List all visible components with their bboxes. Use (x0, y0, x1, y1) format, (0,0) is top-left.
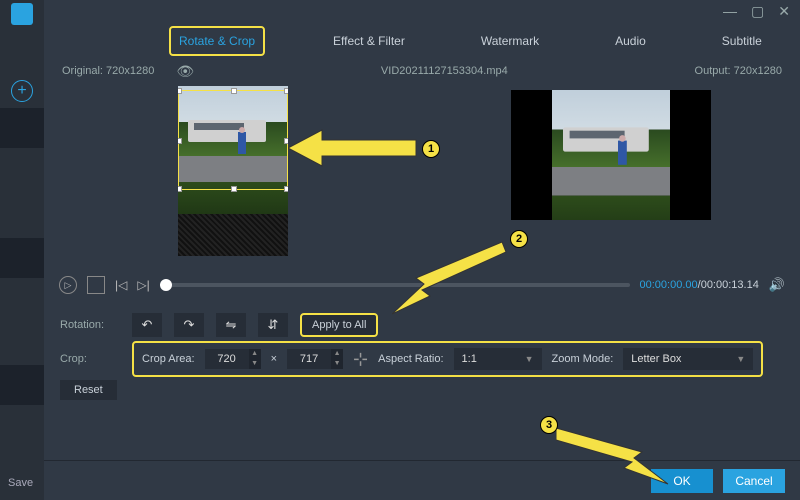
annotation-marker: 3 (540, 416, 558, 434)
save-label: Save (8, 477, 33, 489)
apply-to-all-button[interactable]: Apply to All (300, 313, 378, 337)
annotation-marker: 1 (422, 140, 440, 158)
tab-rotate-crop[interactable]: Rotate & Crop (169, 26, 265, 56)
ok-button[interactable]: OK (651, 469, 713, 493)
original-preview (44, 82, 422, 272)
tab-watermark[interactable]: Watermark (473, 28, 547, 54)
filename-label: VID20211127153304.mp4 (194, 65, 694, 77)
app-logo-icon (11, 3, 33, 25)
flip-horizontal-button[interactable]: ⇋ (216, 313, 246, 337)
chevron-down-icon: ▼ (525, 354, 534, 364)
crop-handle[interactable] (178, 138, 182, 144)
editor-panel: — ▢ ✕ Rotate & Crop Effect & Filter Wate… (44, 0, 800, 460)
crop-handle[interactable] (231, 88, 237, 94)
crop-handle[interactable] (284, 88, 288, 94)
tab-effect-filter[interactable]: Effect & Filter (325, 28, 413, 54)
seek-bar[interactable] (160, 283, 630, 287)
dialog-footer: OK Cancel (44, 460, 800, 500)
info-row: Original: 720x1280 👁 VID20211127153304.m… (44, 60, 800, 82)
play-button[interactable]: ▷ (59, 276, 77, 294)
output-preview (422, 82, 800, 272)
stop-button[interactable] (87, 276, 105, 294)
seek-knob[interactable] (160, 279, 172, 291)
time-display: 00:00:00.00/00:00:13.14 (640, 279, 759, 291)
crop-label: Crop: (60, 353, 120, 365)
center-crop-icon[interactable]: ⊹ (353, 349, 368, 370)
sidebar-thumbnail[interactable] (0, 108, 44, 148)
preview-area (44, 82, 800, 272)
close-icon[interactable]: ✕ (778, 4, 790, 18)
cancel-button[interactable]: Cancel (723, 469, 785, 493)
next-frame-button[interactable]: ▷| (137, 278, 149, 292)
crop-handle[interactable] (178, 186, 182, 192)
minimize-icon[interactable]: — (723, 4, 737, 18)
tab-audio[interactable]: Audio (607, 28, 654, 54)
crop-sep: × (271, 353, 277, 365)
sidebar-thumbnail[interactable] (0, 238, 44, 278)
output-dimensions: Output: 720x1280 (695, 65, 782, 77)
zoom-mode-label: Zoom Mode: (552, 353, 614, 365)
annotation-marker: 2 (510, 230, 528, 248)
crop-settings-row: Crop Area: ▲▼ × ▲▼ ⊹ Aspect Ratio: 1:1▼ … (132, 341, 763, 377)
zoom-mode-select[interactable]: Letter Box▼ (623, 348, 753, 370)
rotation-label: Rotation: (60, 319, 120, 331)
titlebar: — ▢ ✕ (44, 0, 800, 22)
sidebar-thumbnail[interactable] (0, 365, 44, 405)
rotate-left-button[interactable]: ↶ (132, 313, 162, 337)
crop-handle[interactable] (284, 138, 288, 144)
crop-frame[interactable] (178, 90, 288, 190)
crop-height-input[interactable] (287, 349, 331, 369)
preview-toggle-icon[interactable]: 👁 (176, 63, 194, 80)
flip-vertical-button[interactable]: ⇵ (258, 313, 288, 337)
original-dimensions: Original: 720x1280 (62, 65, 154, 77)
playback-controls: ▷ |◁ ▷| 00:00:00.00/00:00:13.14 🔊 (44, 272, 800, 298)
output-canvas (511, 90, 711, 220)
crop-area-label: Crop Area: (142, 353, 195, 365)
reset-button[interactable]: Reset (60, 380, 117, 400)
aspect-ratio-select[interactable]: 1:1▼ (454, 348, 542, 370)
crop-handle[interactable] (231, 186, 237, 192)
tab-bar: Rotate & Crop Effect & Filter Watermark … (44, 22, 800, 60)
volume-icon[interactable]: 🔊 (769, 277, 785, 293)
rotate-right-button[interactable]: ↷ (174, 313, 204, 337)
aspect-ratio-label: Aspect Ratio: (378, 353, 443, 365)
chevron-down-icon: ▼ (736, 354, 745, 364)
tab-subtitle[interactable]: Subtitle (714, 28, 770, 54)
spinner-arrows-icon[interactable]: ▲▼ (331, 349, 343, 369)
settings-panel: Rotation: ↶ ↷ ⇋ ⇵ Apply to All Crop: Cro… (44, 298, 800, 410)
app-sidebar: + Save (0, 0, 44, 500)
crop-width-input[interactable] (205, 349, 249, 369)
spinner-arrows-icon[interactable]: ▲▼ (249, 349, 261, 369)
add-button[interactable]: + (11, 80, 33, 102)
crop-handle[interactable] (284, 186, 288, 192)
prev-frame-button[interactable]: |◁ (115, 278, 127, 292)
original-canvas[interactable] (178, 86, 288, 256)
crop-handle[interactable] (178, 88, 182, 94)
maximize-icon[interactable]: ▢ (751, 4, 764, 18)
